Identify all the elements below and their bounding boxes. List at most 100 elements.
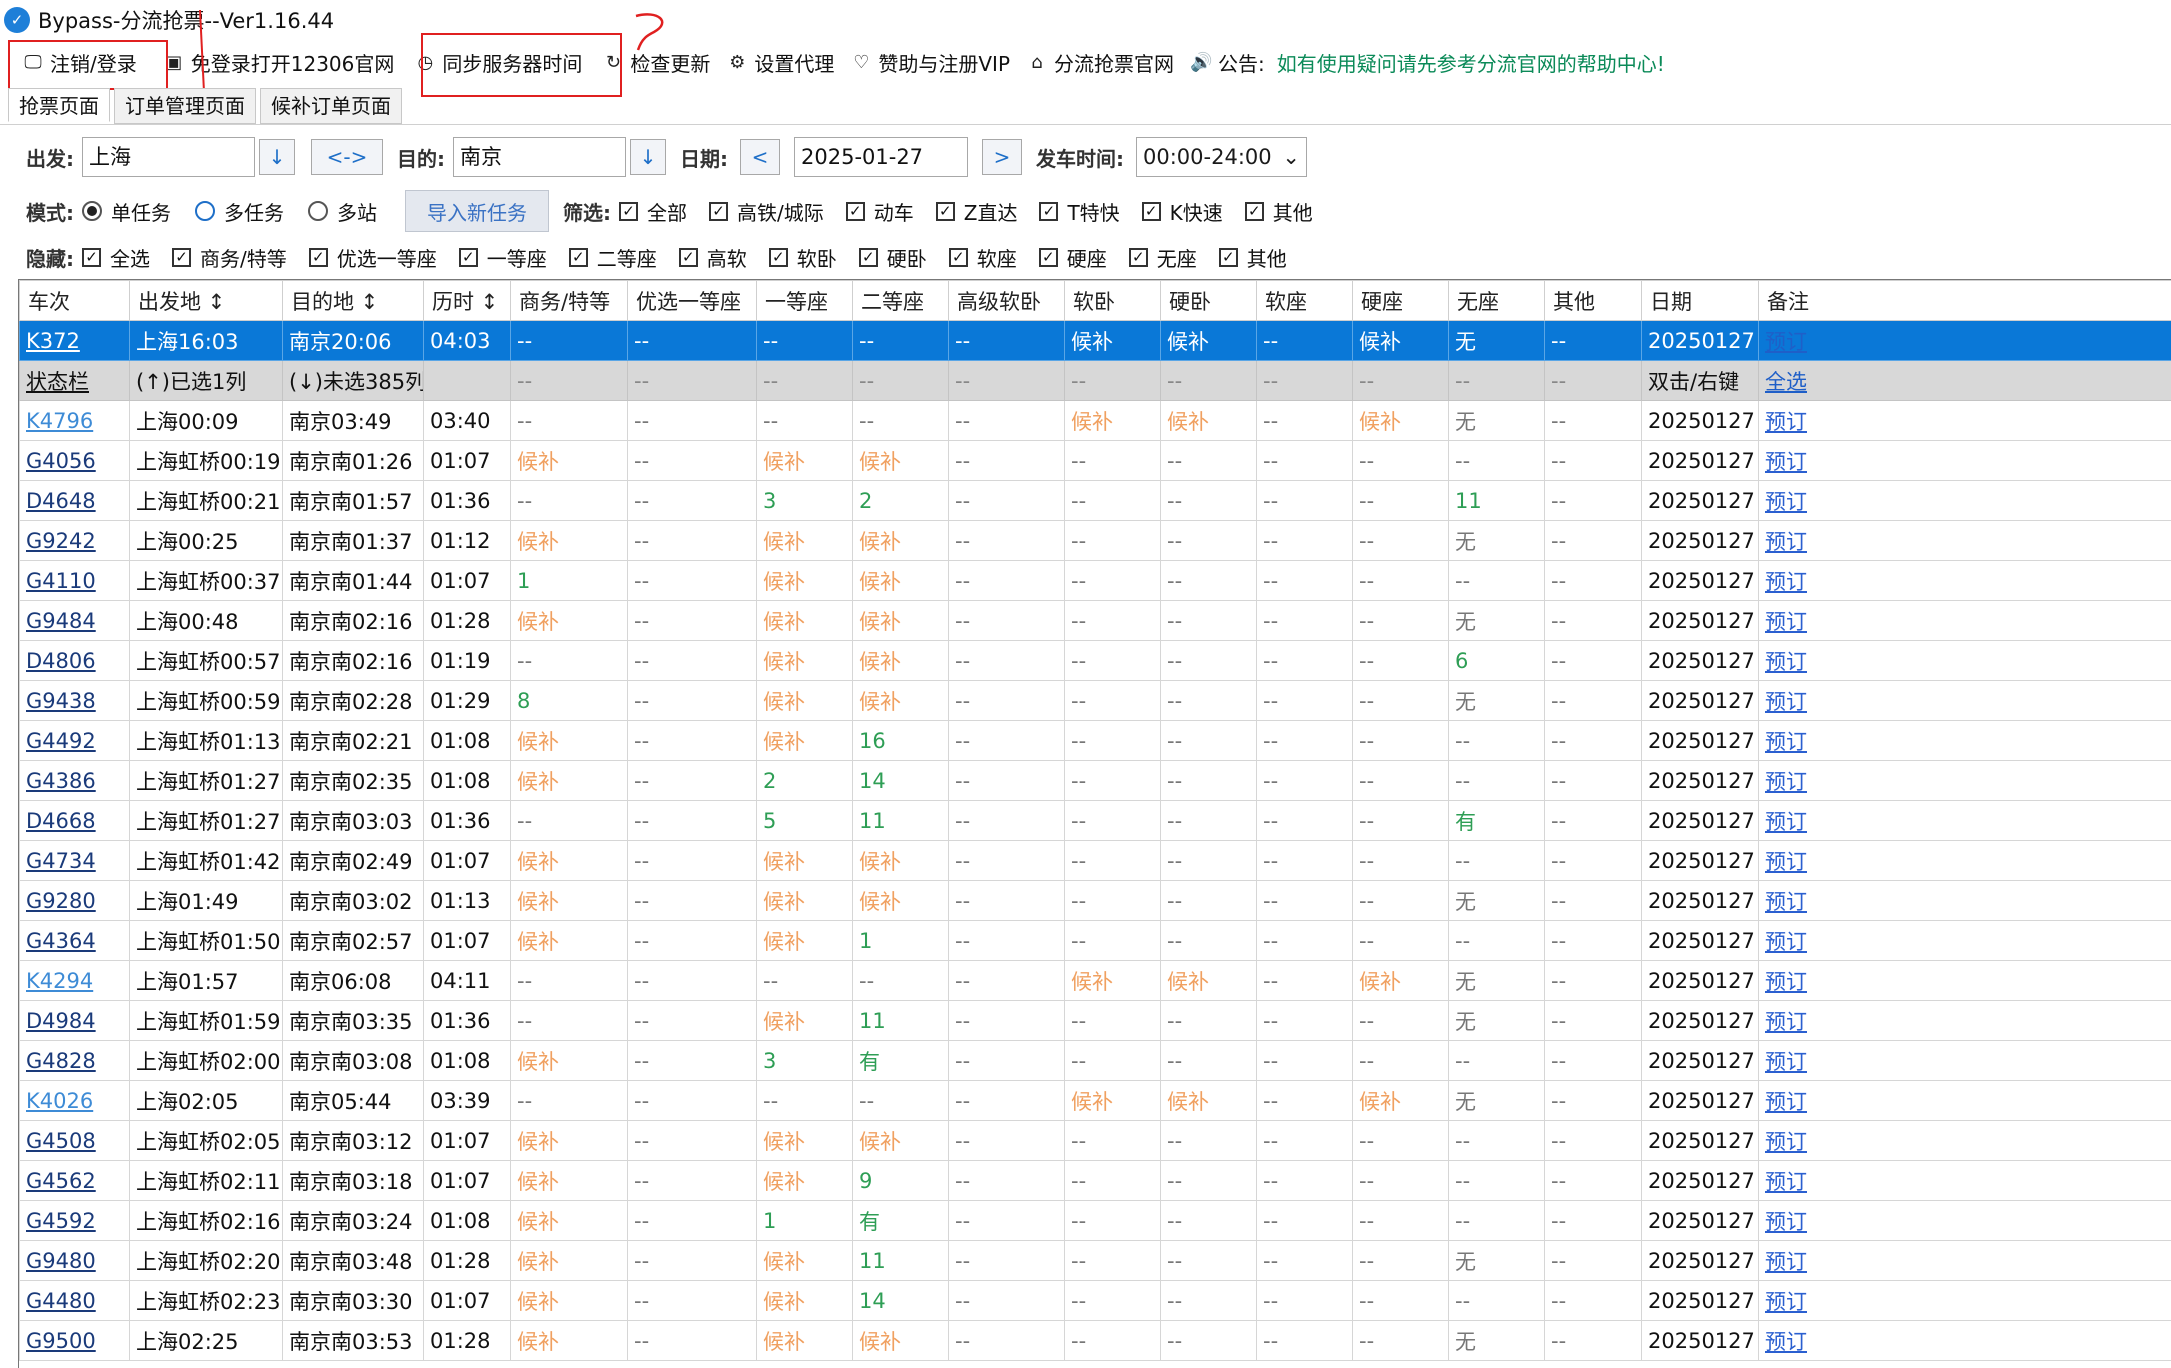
- from-dropdown-button[interactable]: ↓: [259, 139, 295, 175]
- book-link[interactable]: 预订: [1758, 1000, 2171, 1041]
- table-row[interactable]: G4508 上海虹桥02:05 南京南03:12 01:07 候补 -- 候补 候补 -- -- -…: [19, 1120, 2171, 1161]
- table-row[interactable]: G4386 上海虹桥01:27 南京南02:35 01:08 候补 -- 2 14 -- -- --…: [19, 760, 2171, 801]
- train-number-link[interactable]: K4026: [19, 1080, 130, 1121]
- table-row[interactable]: G9480 上海虹桥02:20 南京南03:48 01:28 候补 -- 候补 11 -- -- -…: [19, 1240, 2171, 1281]
- hide-seat-checkbox-3[interactable]: ✓ 一等座: [458, 243, 547, 272]
- book-link[interactable]: 预订: [1758, 560, 2171, 601]
- train-number-link[interactable]: G4492: [19, 720, 130, 761]
- book-link[interactable]: 预订: [1758, 1280, 2171, 1321]
- book-link[interactable]: 预订: [1758, 840, 2171, 881]
- train-number-link[interactable]: K372: [19, 320, 130, 361]
- train-number-link[interactable]: G9480: [19, 1240, 130, 1281]
- book-link[interactable]: 预订: [1758, 920, 2171, 961]
- train-number-link[interactable]: D4668: [19, 800, 130, 841]
- train-number-link[interactable]: G4734: [19, 840, 130, 881]
- train-type-checkbox-5[interactable]: ✓ K快速: [1141, 197, 1223, 226]
- table-row[interactable]: K4796 上海00:09 南京03:49 03:40 -- -- -- -- -- 候补 候补 --…: [19, 400, 2171, 441]
- official-site-button[interactable]: ⌂ 分流抢票官网: [1022, 44, 1182, 80]
- train-number-link[interactable]: D4648: [19, 480, 130, 521]
- table-row[interactable]: G9438 上海虹桥00:59 南京南02:28 01:29 8 -- 候补 候补 -- -- --…: [19, 680, 2171, 721]
- book-link[interactable]: 预订: [1758, 1240, 2171, 1281]
- table-row[interactable]: D4806 上海虹桥00:57 南京南02:16 01:19 -- -- 候补 候补 -- -- -…: [19, 640, 2171, 681]
- book-link[interactable]: 预订: [1758, 480, 2171, 521]
- mode-single-radio[interactable]: 单任务: [82, 197, 171, 226]
- train-number-link[interactable]: G4480: [19, 1280, 130, 1321]
- column-header[interactable]: 硬座: [1352, 280, 1449, 321]
- book-link[interactable]: 预订: [1758, 600, 2171, 641]
- book-link[interactable]: 预订: [1758, 720, 2171, 761]
- train-number-link[interactable]: G9500: [19, 1320, 130, 1361]
- train-number-link[interactable]: G4828: [19, 1040, 130, 1081]
- book-link[interactable]: 预订: [1758, 1080, 2171, 1121]
- table-row[interactable]: D4648 上海虹桥00:21 南京南01:57 01:36 -- -- 3 2 -- -- -- -…: [19, 480, 2171, 521]
- hide-seat-checkbox-11[interactable]: ✓ 其他: [1218, 243, 1287, 272]
- hide-seat-checkbox-1[interactable]: ✓ 商务/特等: [172, 243, 287, 272]
- tab-order-management[interactable]: 订单管理页面: [114, 88, 256, 124]
- to-dropdown-button[interactable]: ↓: [630, 139, 666, 175]
- table-row[interactable]: G4110 上海虹桥00:37 南京南01:44 01:07 1 -- 候补 候补 -- -- --…: [19, 560, 2171, 601]
- date-input[interactable]: 2025-01-27: [794, 137, 968, 177]
- table-row[interactable]: D4668 上海虹桥01:27 南京南03:03 01:36 -- -- 5 11 -- -- --…: [19, 800, 2171, 841]
- column-header[interactable]: 无座: [1448, 280, 1545, 321]
- open-12306-button[interactable]: ▣ 免登录打开12306官网: [159, 44, 403, 80]
- train-number-link[interactable]: G9484: [19, 600, 130, 641]
- train-type-checkbox-4[interactable]: ✓ T特快: [1039, 197, 1120, 226]
- table-row[interactable]: G4592 上海虹桥02:16 南京南03:24 01:08 候补 -- 1 有 -- -- -- -…: [19, 1200, 2171, 1241]
- table-row[interactable]: G4828 上海虹桥02:00 南京南03:08 01:08 候补 -- 3 有 -- -- -- -…: [19, 1040, 2171, 1081]
- train-number-link[interactable]: K4796: [19, 400, 130, 441]
- train-type-checkbox-3[interactable]: ✓ Z直达: [935, 197, 1017, 226]
- hide-seat-checkbox-6[interactable]: ✓ 软卧: [768, 243, 837, 272]
- table-row[interactable]: G4562 上海虹桥02:11 南京南03:18 01:07 候补 -- 候补 9 -- -- --…: [19, 1160, 2171, 1201]
- table-row[interactable]: K4026 上海02:05 南京05:44 03:39 -- -- -- -- -- 候补 候补 --…: [19, 1080, 2171, 1121]
- book-link[interactable]: 预订: [1758, 520, 2171, 561]
- train-number-link[interactable]: G4056: [19, 440, 130, 481]
- selected-table-row[interactable]: K372 上海16:03 南京20:06 04:03 -- -- -- -- -- 候补 候补 -- 候…: [19, 320, 2171, 361]
- sponsor-vip-button[interactable]: ♡ 赞助与注册VIP: [846, 44, 1018, 80]
- book-link[interactable]: 预订: [1758, 680, 2171, 721]
- sync-server-time-button[interactable]: ◷ 同步服务器时间: [410, 44, 590, 80]
- train-type-checkbox-2[interactable]: ✓ 动车: [845, 197, 914, 226]
- table-row[interactable]: G4364 上海虹桥01:50 南京南02:57 01:07 候补 -- 候补 1 -- -- --…: [19, 920, 2171, 961]
- logout-login-button[interactable]: 🖵 注销/登录: [18, 44, 145, 80]
- book-link[interactable]: 预订: [1758, 880, 2171, 921]
- hide-seat-checkbox-10[interactable]: ✓ 无座: [1128, 243, 1197, 272]
- train-number-link[interactable]: G4592: [19, 1200, 130, 1241]
- train-number-link[interactable]: G9242: [19, 520, 130, 561]
- mode-multi-radio[interactable]: 多任务: [195, 197, 284, 226]
- column-header[interactable]: 日期: [1641, 280, 1759, 321]
- to-station-input[interactable]: 南京: [453, 137, 626, 177]
- book-link[interactable]: 预订: [1758, 640, 2171, 681]
- check-update-button[interactable]: ↻ 检查更新: [598, 44, 718, 80]
- hide-seat-checkbox-8[interactable]: ✓ 软座: [948, 243, 1017, 272]
- tab-waitlist-orders[interactable]: 候补订单页面: [260, 88, 402, 124]
- book-link[interactable]: 预订: [1758, 760, 2171, 801]
- notice-text[interactable]: 如有使用疑问请先参考分流官网的帮助中心!: [1277, 48, 1665, 77]
- column-header[interactable]: 备注: [1758, 280, 2171, 321]
- train-number-link[interactable]: G4364: [19, 920, 130, 961]
- train-number-link[interactable]: G4110: [19, 560, 130, 601]
- train-number-link[interactable]: G4386: [19, 760, 130, 801]
- hide-seat-checkbox-7[interactable]: ✓ 硬卧: [858, 243, 927, 272]
- column-header[interactable]: 车次: [19, 280, 130, 321]
- book-link[interactable]: 预订: [1758, 1160, 2171, 1201]
- from-station-input[interactable]: 上海: [82, 137, 255, 177]
- book-link[interactable]: 预订: [1758, 960, 2171, 1001]
- book-link[interactable]: 预订: [1758, 1200, 2171, 1241]
- table-row[interactable]: G4734 上海虹桥01:42 南京南02:49 01:07 候补 -- 候补 候补 -- -- -…: [19, 840, 2171, 881]
- train-type-checkbox-6[interactable]: ✓ 其他: [1244, 197, 1313, 226]
- column-header[interactable]: 硬卧: [1160, 280, 1257, 321]
- column-header[interactable]: 历时 ↕: [423, 280, 511, 321]
- book-link[interactable]: 全选: [1758, 360, 2171, 401]
- hide-seat-checkbox-0[interactable]: ✓ 全选: [82, 243, 150, 272]
- column-header[interactable]: 软卧: [1064, 280, 1161, 321]
- column-header[interactable]: 一等座: [756, 280, 853, 321]
- train-type-checkbox-1[interactable]: ✓ 高铁/城际: [709, 197, 824, 226]
- column-header[interactable]: 出发地 ↕: [129, 280, 283, 321]
- book-link[interactable]: 预订: [1758, 320, 2171, 361]
- column-header[interactable]: 目的地 ↕: [282, 280, 424, 321]
- hide-seat-checkbox-5[interactable]: ✓ 高软: [678, 243, 747, 272]
- book-link[interactable]: 预订: [1758, 1040, 2171, 1081]
- book-link[interactable]: 预订: [1758, 400, 2171, 441]
- next-date-button[interactable]: >: [982, 139, 1022, 175]
- table-row[interactable]: G9484 上海00:48 南京南02:16 01:28 候补 -- 候补 候补 -- -- -- -…: [19, 600, 2171, 641]
